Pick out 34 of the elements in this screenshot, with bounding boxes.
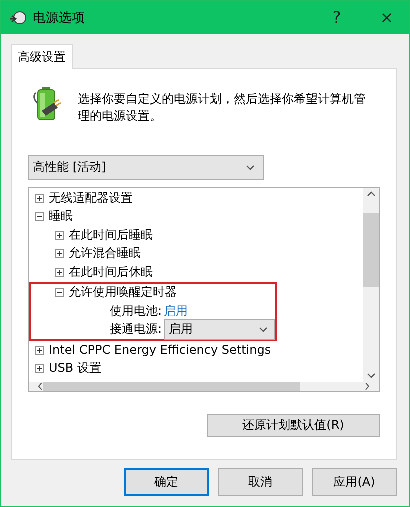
plan-dropdown[interactable]: 高性能 [活动] xyxy=(28,155,264,180)
restore-defaults-button[interactable]: 还原计划默认值(R) xyxy=(207,414,380,437)
setting-label: 接通电源: xyxy=(110,321,162,338)
vertical-scrollbar[interactable] xyxy=(363,188,379,382)
tree-item[interactable]: Intel CPPC Energy Efficiency Settings xyxy=(49,343,272,358)
description-text: 选择你要自定义的电源计划，然后选择你希望计算机管理的电源设置。 xyxy=(78,91,367,125)
expander-icon[interactable] xyxy=(35,212,44,222)
tree-item[interactable]: 在此时间后休眠 xyxy=(69,264,153,281)
caret-icon xyxy=(246,164,255,170)
expander-icon[interactable] xyxy=(55,268,64,277)
setting-label: 使用电池: xyxy=(110,302,162,320)
dialog-button[interactable]: 应用(A) xyxy=(312,468,397,496)
expander-icon[interactable] xyxy=(35,346,44,355)
tree-item[interactable]: 在此时间后睡眠 xyxy=(69,226,153,244)
tree-item[interactable]: 睡眠 xyxy=(49,208,73,226)
tab[interactable]: 高级设置 xyxy=(11,44,73,69)
expander-icon[interactable] xyxy=(35,194,44,203)
horizontal-scrollbar[interactable] xyxy=(29,382,379,391)
expander-icon[interactable] xyxy=(55,230,64,240)
expander-icon[interactable] xyxy=(55,288,64,298)
help-button[interactable]: ? xyxy=(315,1,359,34)
setting-dropdown[interactable]: 启用 xyxy=(164,319,275,340)
tree-item[interactable]: 无线适配器设置 xyxy=(49,190,133,207)
tree-item[interactable]: 允许混合睡眠 xyxy=(69,245,141,262)
caret-icon xyxy=(259,326,268,333)
expander-icon[interactable] xyxy=(35,364,44,374)
tree-item[interactable]: 允许使用唤醒定时器 xyxy=(69,284,177,302)
dialog-button[interactable]: 确定 xyxy=(124,468,209,496)
window-title: 电源选项 xyxy=(33,10,86,26)
dialog-button[interactable]: 取消 xyxy=(218,468,303,496)
close-button[interactable]: × xyxy=(365,1,409,34)
expander-icon[interactable] xyxy=(55,249,64,258)
setting-link[interactable]: 启用 xyxy=(164,302,188,320)
tree-item[interactable]: USB 设置 xyxy=(49,360,102,378)
